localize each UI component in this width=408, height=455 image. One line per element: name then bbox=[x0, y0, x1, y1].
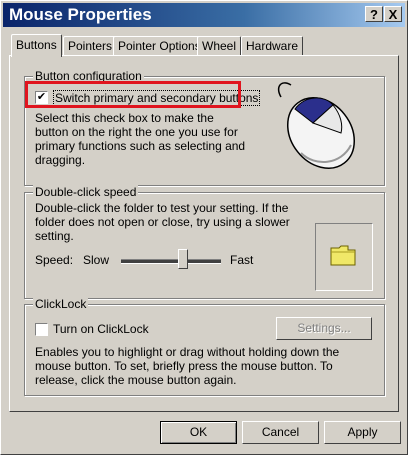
clicklock-checkbox[interactable] bbox=[35, 323, 48, 336]
folder-icon[interactable] bbox=[330, 244, 356, 269]
close-icon: X bbox=[388, 7, 398, 22]
double-click-speed-label: Double-click speed bbox=[33, 185, 139, 199]
clicklock-settings-button[interactable]: Settings... bbox=[276, 317, 372, 340]
tab-pointers[interactable]: Pointers bbox=[63, 36, 118, 55]
fast-label: Fast bbox=[230, 253, 254, 267]
title-bar[interactable]: Mouse Properties ? X bbox=[3, 3, 405, 27]
close-button[interactable]: X bbox=[384, 6, 402, 22]
speed-slider-track[interactable] bbox=[121, 259, 221, 264]
double-click-speed-group: Double-click speed Double-click the fold… bbox=[24, 185, 385, 299]
speed-label: Speed: bbox=[35, 253, 74, 267]
clicklock-checkbox-label[interactable]: Turn on ClickLock bbox=[53, 322, 149, 336]
highlight-annotation bbox=[25, 81, 241, 108]
mouse-icon bbox=[271, 75, 367, 175]
clicklock-group: ClickLock Turn on ClickLock Settings... … bbox=[24, 297, 385, 396]
cancel-button[interactable]: Cancel bbox=[242, 421, 319, 444]
apply-button[interactable]: Apply bbox=[324, 421, 401, 444]
tab-hardware[interactable]: Hardware bbox=[241, 36, 304, 55]
double-click-test-area[interactable] bbox=[315, 223, 373, 291]
mouse-properties-window: Mouse Properties ? X Buttons Pointers Po… bbox=[0, 0, 408, 455]
window-title: Mouse Properties bbox=[9, 5, 152, 24]
tab-pointer-options[interactable]: Pointer Options bbox=[113, 36, 206, 55]
slow-label: Slow bbox=[83, 253, 110, 267]
tab-panel-buttons: Button configuration ✔ Switch primary an… bbox=[9, 55, 399, 412]
double-click-description: Double-click the folder to test your set… bbox=[35, 201, 290, 243]
clicklock-description: Enables you to highlight or drag without… bbox=[35, 345, 340, 387]
help-icon: ? bbox=[370, 7, 378, 22]
speed-slider-thumb[interactable] bbox=[178, 249, 188, 269]
button-configuration-description: Select this check box to make the button… bbox=[35, 111, 246, 167]
tab-buttons[interactable]: Buttons bbox=[11, 34, 62, 57]
ok-button[interactable]: OK bbox=[160, 421, 237, 444]
clicklock-label: ClickLock bbox=[33, 297, 89, 311]
tab-wheel[interactable]: Wheel bbox=[197, 36, 242, 55]
help-button[interactable]: ? bbox=[365, 6, 383, 22]
